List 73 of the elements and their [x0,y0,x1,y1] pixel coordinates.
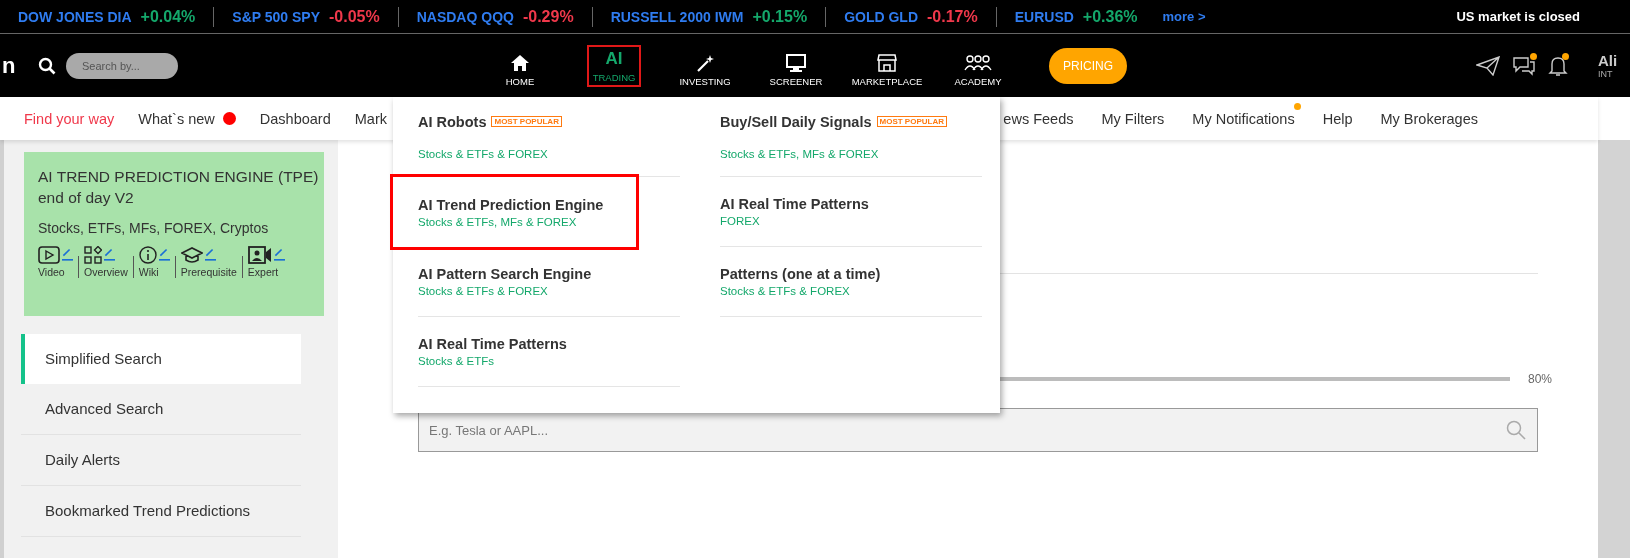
search-icon[interactable] [38,56,56,75]
card-link[interactable]: Overview [84,266,128,278]
ticker-symbol[interactable]: DOW JONES DIA [18,8,132,25]
edit-mark-icon[interactable] [204,246,216,264]
nav-item[interactable]: AI TRADING [587,44,641,87]
subnav-link[interactable]: ews Feeds [1003,110,1074,127]
subnav-link[interactable]: What`s new [138,110,215,127]
popular-tag: MOST POPULAR [876,116,947,127]
store-icon [877,53,897,72]
ticker-symbol[interactable]: RUSSELL 2000 IWM [610,8,744,25]
subnav-link[interactable]: Find your way [24,110,115,127]
menu-item[interactable]: AI Real Time Patterns FOREX [720,177,982,247]
ticker-symbol[interactable]: S&P 500 SPY [232,8,320,25]
logo-text[interactable]: n [2,52,38,79]
scrollbar[interactable] [1598,140,1630,558]
play-icon[interactable] [38,246,60,264]
ticker-change: +0.04% [140,7,196,26]
sidebar-item[interactable]: Advanced Search [21,384,301,435]
nav-item[interactable]: HOME [476,44,564,87]
nav-item[interactable]: MARKETPLACE [843,44,931,87]
chat-icon[interactable] [1512,54,1536,77]
user-name[interactable]: Ali [1598,52,1630,69]
edit-mark-icon[interactable] [62,246,73,264]
menu-item[interactable]: AI Pattern Search Engine Stocks & ETFs & FOREX [418,247,680,317]
send-icon[interactable] [1476,55,1500,76]
sidebar-item[interactable]: Daily Alerts [21,435,301,486]
edit-mark-icon[interactable] [273,246,285,264]
menu-item[interactable]: Buy/Sell Daily Signals MOST POPULAR Stocks & ETFs, MFs & FOREX [720,97,982,177]
menu-item[interactable]: AI Real Time Patterns Stocks & ETFs [418,317,680,387]
slider-value: 80% [1527,372,1552,386]
nav-item[interactable]: INVESTING [661,44,749,87]
nav-item[interactable]: SCREENER [752,44,840,87]
market-status: US market is closed [1456,9,1580,24]
subnav-link[interactable]: My Brokerages [1380,110,1478,127]
search-field[interactable]: Search by... [66,52,178,79]
card-link[interactable]: Video [38,266,65,278]
ticker-change: -0.29% [522,7,574,26]
subnav-link[interactable]: Help [1322,110,1353,127]
bell-icon[interactable] [1548,54,1568,77]
menu-item[interactable]: AI Trend Prediction Engine Stocks & ETFs, MFs & FOREX [393,177,636,247]
search-field[interactable]: E.g. Tesla or AAPL... [418,408,1538,452]
ticker-symbol[interactable]: NASDAQ QQQ [416,8,514,25]
graduation-cap-icon[interactable] [180,246,203,264]
nav-item[interactable]: ACADEMY [934,44,1022,87]
card-link[interactable]: Prerequisite [180,266,237,278]
card-subtitle: Stocks, ETFs, MFs, FOREX, Cryptos [38,220,270,236]
monitor-icon [785,53,807,72]
sidebar-item[interactable]: Simplified Search [21,334,301,384]
ticker-symbol[interactable]: GOLD GLD [844,8,918,25]
ticker-change: -0.17% [927,7,978,26]
video-camera-icon[interactable] [247,246,272,264]
subnav-link[interactable]: My Filters [1101,110,1165,127]
home-icon [510,53,530,72]
card-link[interactable]: Expert [247,266,279,278]
sidebar-item[interactable]: Bookmarked Trend Predictions [21,486,301,537]
menu-item[interactable]: AI Robots MOST POPULAR Stocks & ETFs & FOREX [418,97,680,177]
info-icon[interactable] [138,246,157,264]
magic-wand-icon [695,53,715,72]
ticker-change: +0.15% [752,7,808,26]
ticker-change: -0.05% [329,7,380,26]
subnav-link[interactable]: Dashboard [259,110,331,127]
menu-item[interactable]: Patterns (one at a time) Stocks & ETFs & FOREX [720,247,982,317]
ticker-symbol[interactable]: EURUSD [1014,8,1074,25]
grid-icon[interactable] [84,246,102,264]
people-icon [964,53,992,72]
user-subtitle: INT [1598,69,1614,79]
card-link[interactable]: Wiki [138,266,159,278]
more-link[interactable]: more > [1162,9,1206,24]
popular-tag: MOST POPULAR [491,116,562,127]
ticker-change: +0.36% [1082,7,1138,26]
subnav-link[interactable]: My Notifications [1192,110,1295,127]
card-title: AI TREND PREDICTION ENGINE (TPE) end of day V2 [38,167,320,208]
subnav-link[interactable]: Mark [354,110,387,127]
